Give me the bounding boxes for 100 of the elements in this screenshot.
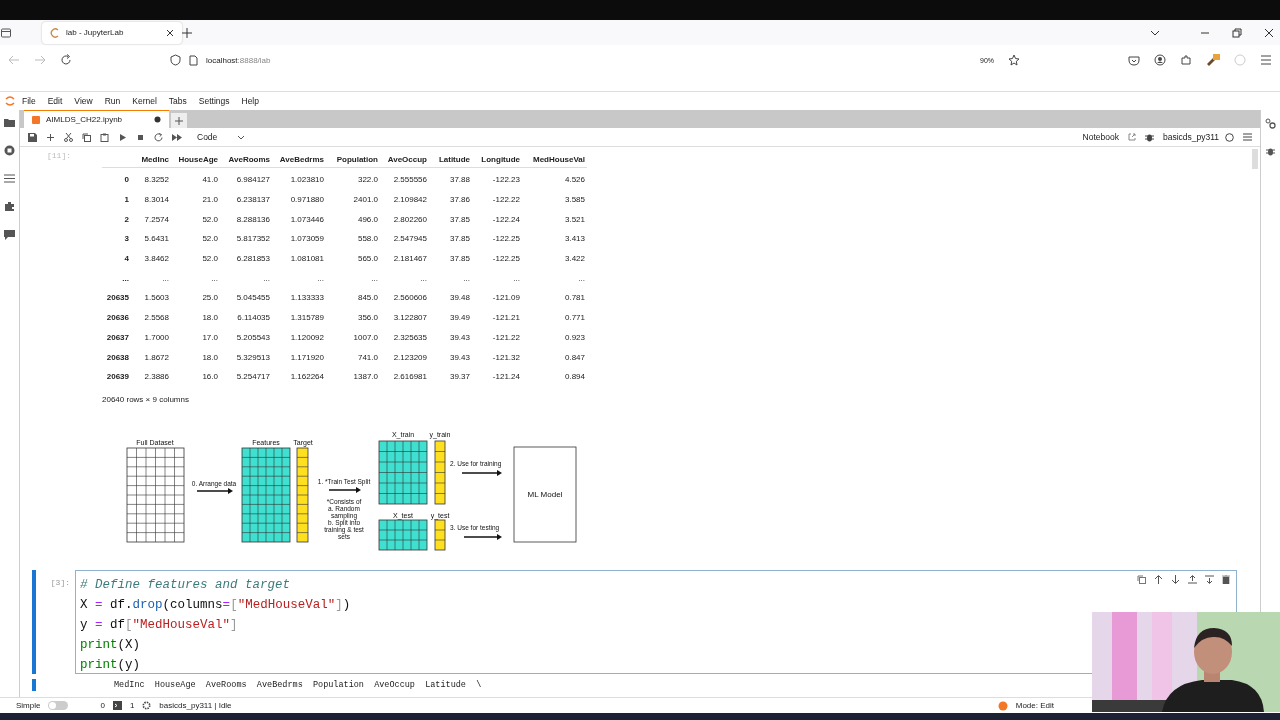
stop-circle-icon[interactable] — [4, 145, 15, 156]
menu-icon[interactable] — [1260, 55, 1272, 65]
extensions-icon[interactable] — [1180, 54, 1192, 66]
table-cell-text: 0.894 — [563, 372, 585, 382]
kernel-name[interactable]: basicds_py311 — [1162, 132, 1219, 142]
menu-item[interactable]: File — [16, 96, 42, 106]
paste-icon[interactable] — [100, 132, 109, 142]
table-cell-text: 2.555556 — [392, 175, 427, 185]
row-index: ... — [121, 273, 129, 283]
code-editor[interactable]: # Define features and target X = df.drop(columns=["MedHouseVal"]) y = df["MedHouseVal"] print(X) print(y) — [75, 569, 1237, 674]
menu-item[interactable]: Run — [98, 96, 127, 106]
move-up-icon[interactable] — [1154, 574, 1163, 584]
table-cell-text: 16.0 — [201, 372, 218, 382]
menu-item[interactable]: View — [68, 96, 99, 106]
duplicate-icon[interactable] — [1137, 574, 1146, 584]
table-cell-text: 17.0 — [201, 332, 218, 342]
table-cell-text: ... — [316, 273, 324, 283]
table-cell-text: 37.86 — [448, 195, 470, 205]
table-shape-text: 20640 rows × 9 columns — [102, 394, 190, 404]
insert-above-icon[interactable] — [1188, 574, 1197, 584]
external-link-icon[interactable] — [1127, 133, 1136, 141]
new-tab-icon[interactable] — [182, 27, 192, 38]
list-icon[interactable] — [4, 174, 15, 183]
copy-icon[interactable] — [82, 132, 91, 142]
simple-toggle[interactable] — [48, 701, 69, 710]
menu-item[interactable]: Help — [235, 96, 265, 106]
arrow — [196, 487, 233, 494]
table-cell-text: 322.0 — [356, 175, 378, 185]
restore-icon[interactable] — [1232, 27, 1242, 38]
table-cell-text: 2401.0 — [352, 195, 378, 205]
model-label: ML Model — [527, 489, 563, 499]
close-icon[interactable] — [1264, 27, 1274, 38]
table-cell-text: 0.781 — [563, 293, 585, 303]
terminal-icon[interactable] — [112, 701, 122, 710]
folder-icon[interactable] — [4, 118, 15, 127]
tab-list-icon[interactable] — [0, 26, 12, 39]
menu-item[interactable]: Edit — [41, 96, 69, 106]
table-cell-text: 3.422 — [563, 254, 585, 264]
kernel-count[interactable]: 1 — [129, 701, 135, 710]
code-line: print(X) — [80, 636, 141, 654]
train-target-column — [434, 440, 446, 504]
pocket-icon[interactable] — [1128, 54, 1140, 66]
notebook-tab[interactable]: AIMLDS_CH22.ipynb — [24, 110, 170, 128]
run-icon[interactable] — [118, 132, 127, 142]
table-cell-text: 0.923 — [563, 332, 585, 342]
reload-icon[interactable] — [60, 54, 72, 66]
bug-icon[interactable] — [1144, 132, 1154, 142]
fast-forward-icon[interactable] — [172, 132, 182, 142]
table-cell-text: 37.85 — [448, 214, 470, 224]
table-cell-text: 3.413 — [563, 234, 585, 244]
shield-icon[interactable] — [170, 54, 181, 66]
simple-label: Simple — [16, 701, 41, 710]
browser-tab[interactable]: lab - JupyterLab — [42, 21, 182, 44]
chevron-down-icon[interactable] — [1150, 28, 1160, 37]
unsaved-dot-icon[interactable] — [154, 116, 162, 123]
table-cell-text: -121.32 — [491, 352, 520, 362]
menu-item[interactable]: Tabs — [162, 96, 193, 106]
table-cell-text: 741.0 — [356, 352, 378, 362]
chat-icon[interactable] — [4, 230, 15, 240]
puzzle-icon[interactable] — [4, 201, 15, 212]
bug-icon[interactable] — [1266, 147, 1275, 156]
menu-item[interactable]: Kernel — [126, 96, 163, 106]
table-cell-text: 41.0 — [201, 175, 218, 185]
star-icon[interactable] — [1008, 54, 1020, 66]
column-header: AveOccup — [386, 154, 427, 164]
code-line: y = df["MedHouseVal"] — [80, 616, 238, 634]
table-cell-text: 2.181467 — [392, 254, 427, 264]
page-icon[interactable] — [189, 54, 198, 66]
table-cell-text: 1.8672 — [143, 352, 169, 362]
gear-icon[interactable] — [142, 701, 152, 710]
table-cell-text: 6.238137 — [235, 195, 270, 205]
close-icon[interactable] — [166, 28, 174, 37]
gear-icon[interactable] — [1265, 118, 1276, 129]
table-cell-text: 0.847 — [563, 352, 585, 362]
insert-below-icon[interactable] — [1205, 574, 1214, 584]
save-icon[interactable] — [28, 132, 37, 142]
table-cell-text: 2.3886 — [143, 372, 169, 382]
kernel-status[interactable]: basicds_py311 | Idle — [159, 701, 232, 710]
scrollbar[interactable] — [1252, 149, 1258, 169]
table-cell-text: 37.88 — [448, 175, 470, 185]
row-index: 20636 — [105, 313, 129, 323]
table-cell-text: 8.288136 — [235, 214, 270, 224]
menu-icon[interactable] — [1243, 133, 1252, 141]
account-icon[interactable] — [1154, 54, 1166, 66]
restart-icon[interactable] — [154, 132, 163, 142]
cell-type-dropdown[interactable]: Code — [197, 132, 246, 142]
menu-item[interactable]: Settings — [192, 96, 236, 106]
cut-icon[interactable] — [64, 132, 73, 142]
stop-icon[interactable] — [136, 132, 145, 142]
table-cell-text: 2.802260 — [392, 214, 427, 224]
table-cell-text: ... — [161, 273, 169, 283]
open-notebook-link[interactable]: Notebook — [1082, 132, 1119, 142]
url-field[interactable]: localhost:8888/lab — [206, 55, 271, 65]
table-cell-text: 1.073059 — [289, 234, 324, 244]
table-cell-text: 39.48 — [448, 293, 470, 303]
add-icon[interactable] — [46, 132, 55, 142]
move-down-icon[interactable] — [1171, 574, 1180, 584]
extension-badge-icon[interactable] — [1206, 54, 1220, 66]
terminal-count[interactable]: 0 — [100, 701, 105, 710]
delete-icon[interactable] — [1222, 574, 1230, 584]
